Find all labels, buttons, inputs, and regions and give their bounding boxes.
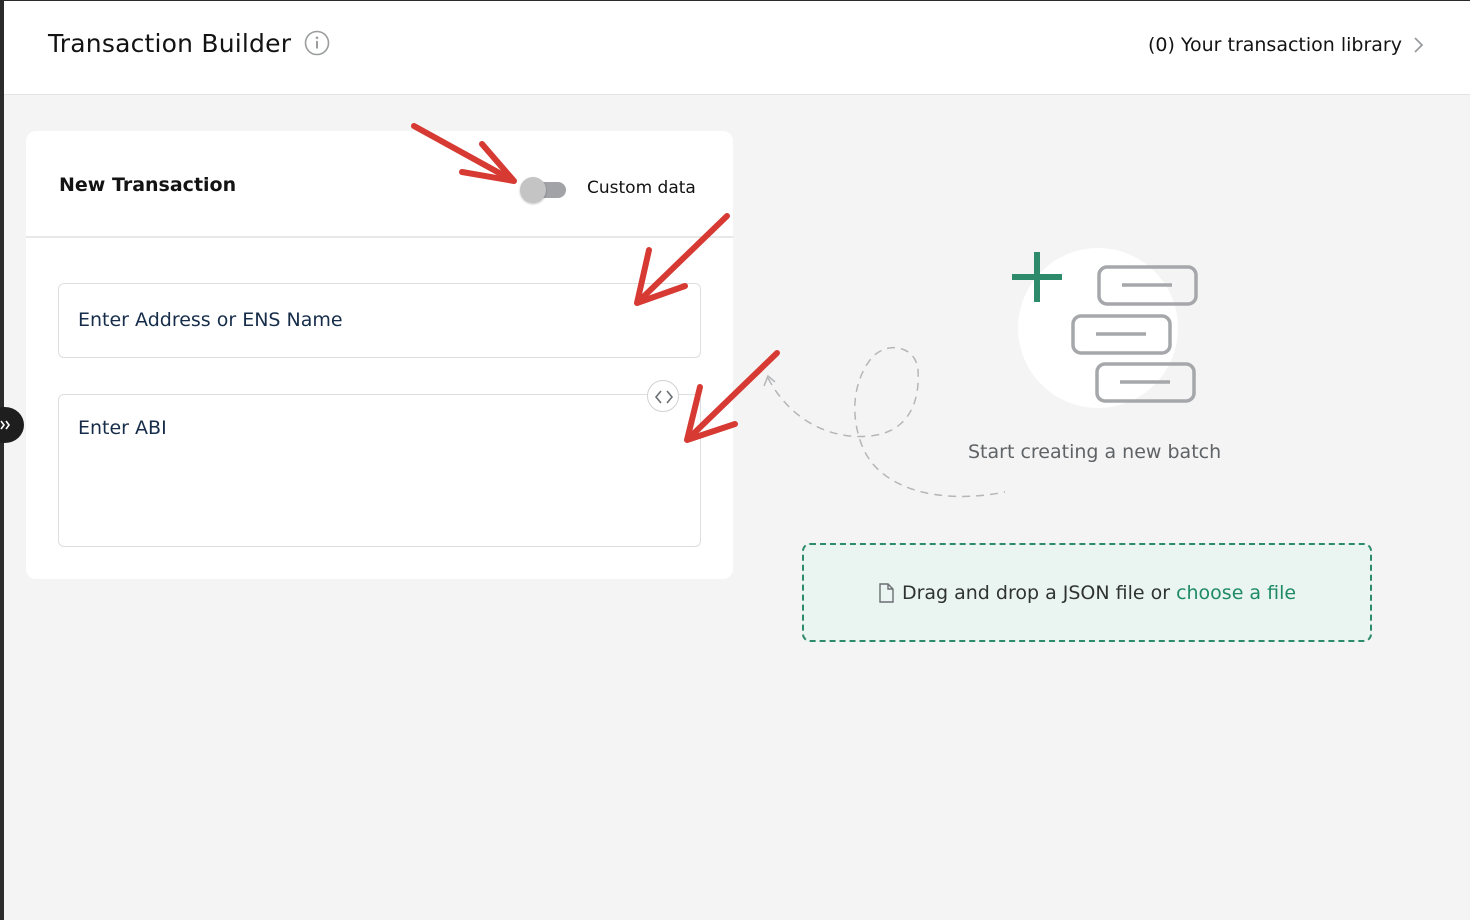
batch-illustration	[1012, 248, 1198, 408]
card-title: New Transaction	[59, 174, 237, 196]
abi-input[interactable]: Enter ABI	[58, 394, 701, 547]
page-title: Transaction Builder	[48, 29, 292, 58]
transaction-library-link[interactable]: (0) Your transaction library	[1148, 34, 1424, 56]
code-icon	[654, 390, 674, 404]
dropzone-text: Drag and drop a JSON file or	[901, 581, 1171, 604]
transaction-library-label: (0) Your transaction library	[1147, 34, 1402, 56]
custom-data-label: Custom data	[587, 178, 696, 198]
toggle-thumb	[520, 177, 546, 203]
file-icon	[879, 582, 894, 603]
info-icon[interactable]	[304, 30, 330, 56]
sidebar-toggle-button[interactable]	[0, 407, 24, 443]
new-transaction-card: New Transaction Custom data Enter Addres…	[26, 131, 733, 579]
double-chevron-right-icon	[0, 420, 10, 430]
custom-data-toggle[interactable]	[520, 177, 572, 203]
address-input[interactable]: Enter Address or ENS Name	[58, 283, 701, 358]
dashed-path-decoration	[763, 346, 1006, 498]
left-edge	[0, 0, 4, 920]
card-header: New Transaction Custom data	[26, 131, 733, 238]
json-dropzone[interactable]: Drag and drop a JSON file or choose a fi…	[802, 543, 1372, 642]
app-frame: Transaction Builder (0) Your transaction…	[0, 0, 1470, 920]
abi-code-button[interactable]	[647, 380, 679, 412]
chevron-right-icon	[1414, 37, 1424, 53]
app-header: Transaction Builder (0) Your transaction…	[4, 1, 1470, 95]
empty-state-text: Start creating a new batch	[968, 441, 1222, 463]
choose-file-link[interactable]: choose a file	[1176, 582, 1296, 604]
